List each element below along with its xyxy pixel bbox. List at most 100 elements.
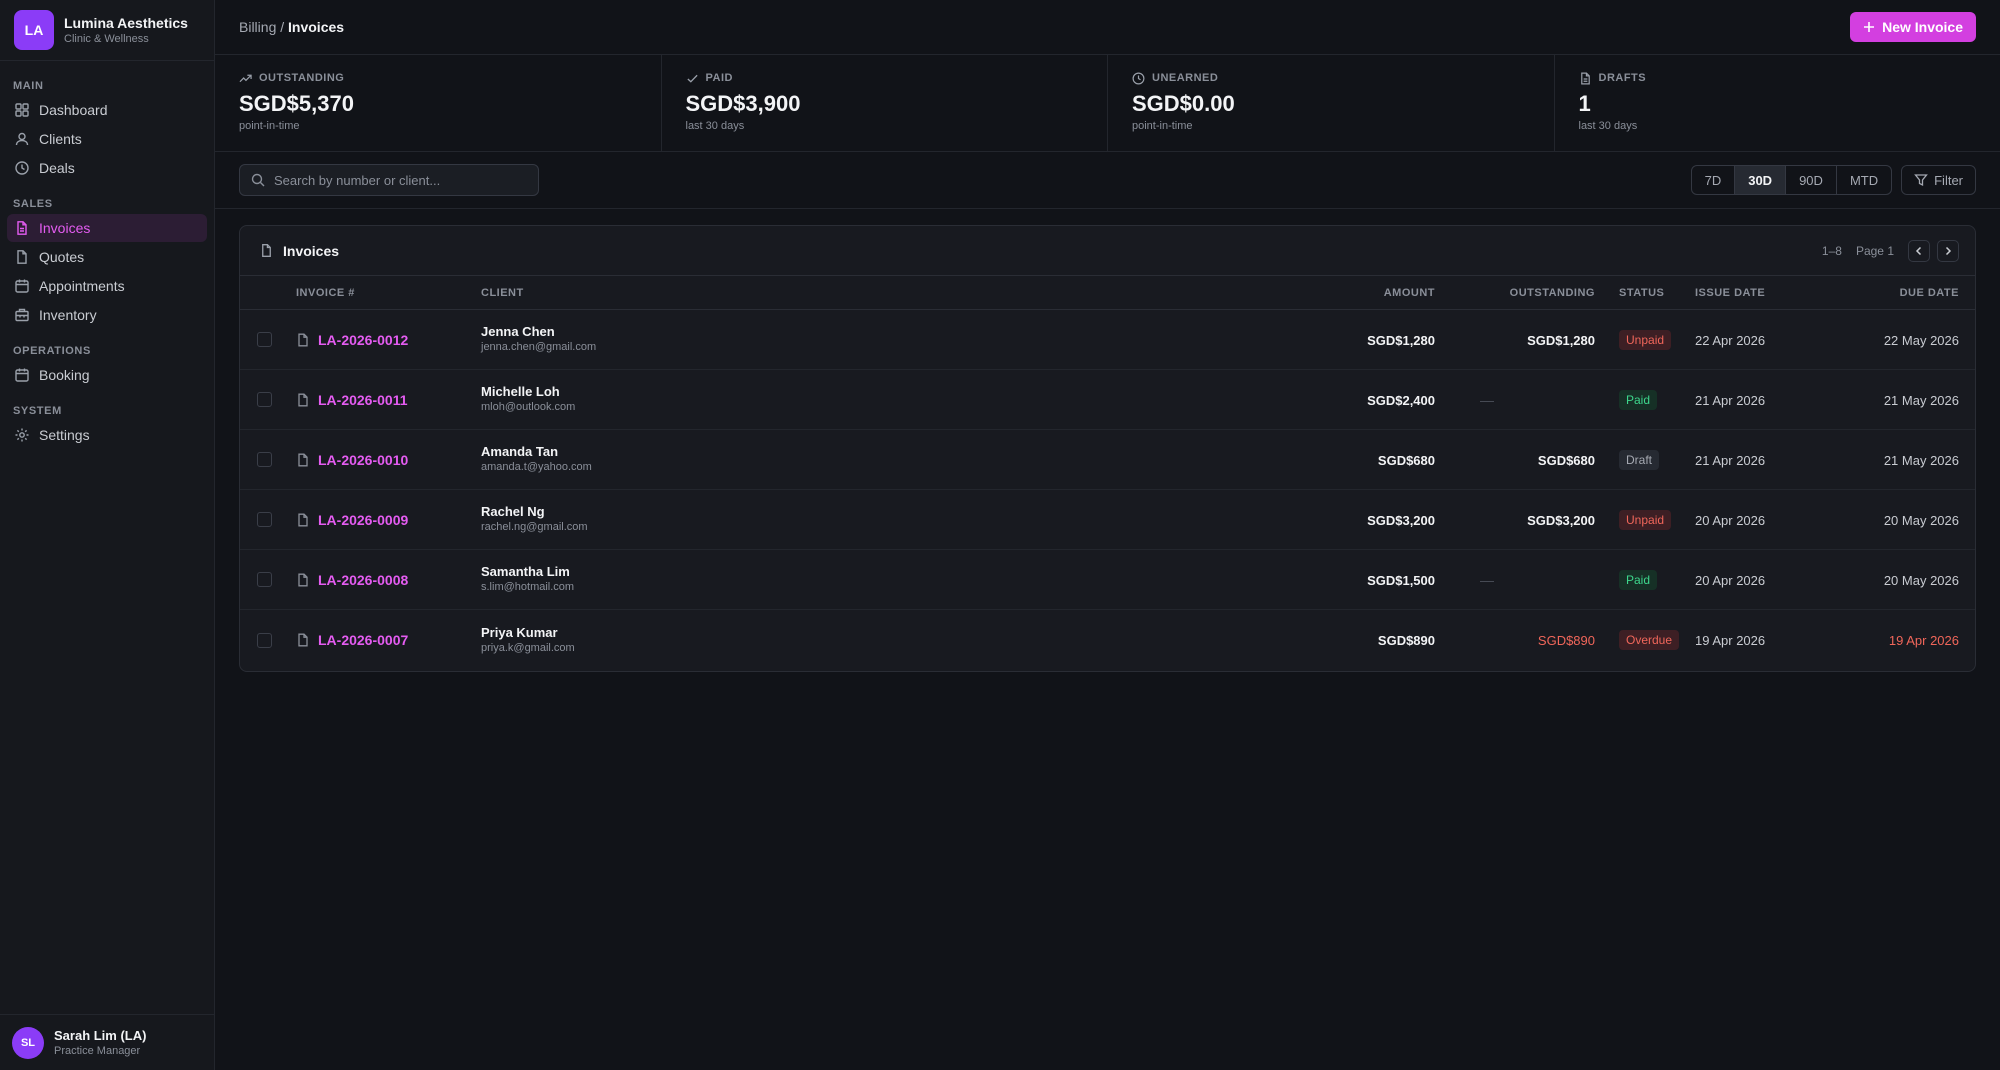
chevron-left-icon [1915,246,1922,255]
table-row[interactable]: LA-2026-0011 Michelle Loh mloh@outlook.c… [240,370,1975,430]
issue-date: 21 Apr 2026 [1695,392,1766,408]
table-row[interactable]: LA-2026-0007 Priya Kumar priya.k@gmail.c… [240,610,1975,670]
invoice-number: LA-2026-0011 [318,391,408,408]
status-badge: Paid [1619,389,1658,410]
user-icon [15,132,29,146]
invoice-link[interactable]: LA-2026-0012 [296,332,481,348]
invoice-number: LA-2026-0010 [318,451,409,468]
invoice-amount: SGD$1,500 [1367,572,1435,588]
column-header-due-date[interactable]: DUE DATE [1835,287,1975,299]
range-30d-button[interactable]: 30D [1735,166,1787,194]
stat-subtitle: point-in-time [1132,120,1193,132]
brand-name: Lumina Aesthetics [64,14,188,31]
new-invoice-button[interactable]: New Invoice [1850,12,1976,42]
range-7d-button[interactable]: 7D [1692,166,1736,194]
column-header-issue-date[interactable]: ISSUE DATE [1695,287,1835,299]
range-90d-button[interactable]: 90D [1786,166,1837,194]
file-icon [262,244,271,257]
file-icon [17,250,27,264]
date-range-selector: 7D 30D 90D MTD [1690,165,1893,195]
client-name: Rachel Ng [481,504,545,519]
stat-value: 1 [1578,91,1591,116]
column-header-invoice-number[interactable]: INVOICE # [296,287,481,299]
nav-section-sales: SALES [13,198,53,210]
sidebar-item-booking[interactable]: Booking [7,361,207,389]
client-name: Priya Kumar [481,624,558,640]
sidebar-item-clients[interactable]: Clients [7,125,207,153]
invoice-link[interactable]: LA-2026-0008 [296,572,481,588]
column-header-client[interactable]: CLIENT [481,287,1255,299]
calendar-icon [15,368,29,382]
trending-up-icon [239,74,252,82]
main-content: Billing / Invoices New Invoice OUTSTANDI… [215,0,2000,1070]
stats-row: OUTSTANDING SGD$5,370 point-in-time PAID… [215,55,2000,152]
table-row[interactable]: LA-2026-0012 Jenna Chen jenna.chen@gmail… [240,310,1975,370]
brand[interactable]: LA Lumina Aesthetics Clinic & Wellness [0,0,214,61]
sidebar-item-appointments[interactable]: Appointments [7,272,207,300]
invoice-amount: SGD$2,400 [1367,392,1435,408]
next-page-button[interactable] [1937,239,1959,262]
row-checkbox[interactable] [257,392,272,407]
stat-value: SGD$3,900 [685,91,801,116]
invoice-number: LA-2026-0012 [318,331,409,348]
pagination-page: Page 1 [1855,243,1894,258]
client-email: mloh@outlook.com [481,401,576,413]
row-checkbox[interactable] [257,452,272,467]
sidebar-item-label: Clients [39,131,82,147]
stat-label: DRAFTS [1598,72,1647,84]
stat-paid: PAID SGD$3,900 last 30 days [662,55,1108,151]
sidebar-item-settings[interactable]: Settings [7,421,207,449]
column-header-amount[interactable]: AMOUNT [1255,287,1435,299]
invoice-link[interactable]: LA-2026-0011 [296,392,481,408]
invoice-link[interactable]: LA-2026-0009 [296,512,481,528]
status-badge: Unpaid [1619,509,1672,530]
status-badge: Paid [1619,569,1658,590]
file-icon [298,393,308,406]
prev-page-button[interactable] [1908,239,1930,262]
search-input[interactable] [274,172,514,188]
table-row[interactable]: LA-2026-0009 Rachel Ng rachel.ng@gmail.c… [240,490,1975,550]
topbar: Billing / Invoices New Invoice [215,0,2000,55]
stat-label: OUTSTANDING [259,72,345,84]
gear-icon [15,428,29,442]
stat-subtitle: last 30 days [685,120,745,132]
invoice-amount: SGD$1,280 [1367,332,1435,348]
invoice-link[interactable]: LA-2026-0007 [296,632,481,648]
issue-date: 19 Apr 2026 [1695,633,1766,648]
sidebar-item-invoices[interactable]: Invoices [7,214,207,242]
due-date: 21 May 2026 [1883,452,1959,468]
stat-value: SGD$0.00 [1132,91,1235,116]
sidebar-item-dashboard[interactable]: Dashboard [7,96,207,124]
sidebar-item-deals[interactable]: Deals [7,154,207,182]
table-row[interactable]: LA-2026-0008 Samantha Lim s.lim@hotmail.… [240,550,1975,610]
column-header-outstanding[interactable]: OUTSTANDING [1435,287,1595,299]
row-checkbox[interactable] [257,512,272,527]
file-icon [298,453,308,466]
row-checkbox[interactable] [257,332,272,347]
column-header-status[interactable]: STATUS [1595,287,1695,299]
clock-icon [1132,72,1145,84]
filter-button[interactable]: Filter [1901,165,1976,195]
sidebar-item-label: Invoices [39,220,91,236]
row-checkbox[interactable] [257,632,272,648]
status-badge: Draft [1619,449,1660,470]
breadcrumb-parent[interactable]: Billing [239,19,276,35]
stat-label: UNEARNED [1152,72,1219,84]
breadcrumb-separator: / [276,19,289,35]
client-name: Jenna Chen [481,324,555,339]
file-icon [17,221,27,235]
breadcrumb-current: Invoices [288,19,345,35]
search-box[interactable] [239,164,539,196]
table-row[interactable]: LA-2026-0010 Amanda Tan amanda.t@yahoo.c… [240,430,1975,490]
user-profile[interactable]: SL Sarah Lim (LA) Practice Manager [0,1014,214,1070]
sidebar-item-inventory[interactable]: Inventory [7,301,207,329]
sidebar-item-label: Dashboard [39,102,108,118]
sidebar-item-quotes[interactable]: Quotes [7,243,207,271]
range-mtd-button[interactable]: MTD [1837,166,1891,194]
sidebar-item-label: Settings [39,427,90,443]
row-checkbox[interactable] [257,572,272,587]
invoices-table-card: Invoices 1–8 Page 1 INVOICE # CLIENT AMO… [239,225,1976,672]
invoice-link[interactable]: LA-2026-0010 [296,452,481,468]
status-badge: Unpaid [1619,329,1672,350]
file-icon [298,573,308,586]
